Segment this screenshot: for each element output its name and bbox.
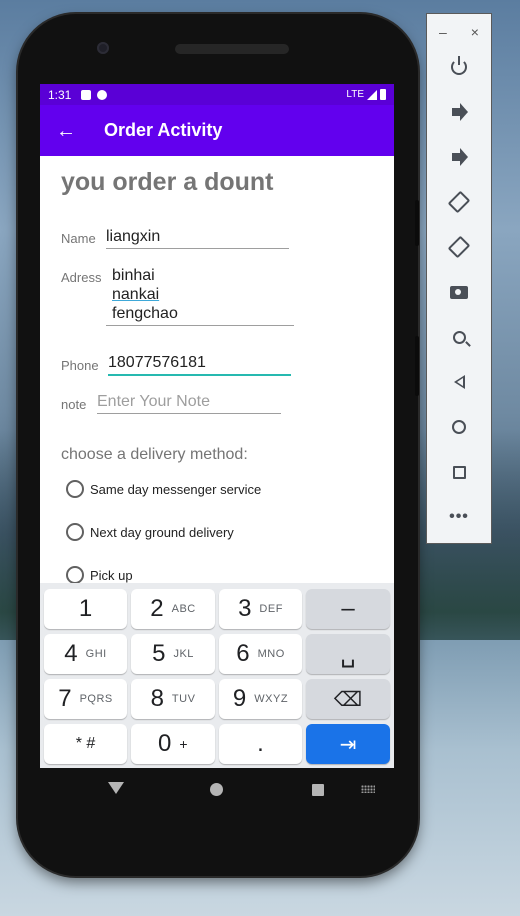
key-minus[interactable]: –	[306, 589, 390, 629]
name-label: Name	[61, 231, 96, 246]
home-circle-icon	[452, 420, 466, 434]
rotate-right-button[interactable]	[447, 235, 471, 259]
backspace-key[interactable]: ⌫	[306, 679, 390, 719]
radio-label: Same day messenger service	[90, 481, 262, 497]
overview-button[interactable]	[447, 460, 471, 484]
volume-side-button	[415, 200, 419, 246]
more-dots-icon: •••	[449, 508, 469, 525]
rotate-right-icon	[447, 235, 471, 259]
radio-pick-up[interactable]: Pick up	[66, 566, 133, 584]
nav-home-icon[interactable]	[210, 783, 223, 796]
signal-icon	[367, 89, 377, 100]
app-bar-title: Order Activity	[104, 120, 223, 140]
battery-icon	[380, 89, 386, 100]
key-0[interactable]: 0 +	[131, 724, 215, 764]
power-icon	[451, 56, 467, 75]
nav-recents-icon[interactable]	[312, 784, 324, 796]
status-bar: 1:31 LTE	[40, 84, 394, 105]
numeric-keyboard: 1 2 ABC 3 DEF – 4 GHI 5 JKL 6 MNO ␣ 7 PQRS 8 TU…	[40, 583, 394, 768]
tab-next-icon: ⇥	[339, 733, 357, 756]
volume-up-button[interactable]	[447, 100, 471, 124]
back-arrow-icon[interactable]: ←	[56, 121, 104, 141]
volume-up-icon	[452, 103, 468, 121]
power-button[interactable]	[447, 55, 471, 79]
space-icon: ␣	[340, 640, 356, 668]
device-screen: 1:31 LTE ← Order Activity you order a do…	[40, 84, 394, 768]
address-line: fengchao	[112, 305, 178, 322]
screenshot-button[interactable]	[447, 280, 471, 304]
key-period[interactable]: .	[219, 724, 302, 764]
rotate-left-button[interactable]	[447, 190, 471, 214]
camera-icon	[450, 285, 468, 299]
key-6[interactable]: 6 MNO	[219, 634, 302, 674]
front-camera	[97, 42, 109, 54]
key-7[interactable]: 7 PQRS	[44, 679, 127, 719]
key-star-hash[interactable]: * #	[44, 724, 127, 764]
notification-a-icon	[81, 89, 92, 100]
address-label: Adress	[61, 270, 102, 285]
key-1[interactable]: 1	[44, 589, 127, 629]
next-key[interactable]: ⇥	[306, 724, 390, 764]
key-3[interactable]: 3 DEF	[219, 589, 302, 629]
delivery-method-title: choose a delivery method:	[61, 446, 248, 463]
home-button[interactable]	[447, 415, 471, 439]
name-input[interactable]: liangxin	[106, 228, 289, 249]
key-5[interactable]: 5 JKL	[131, 634, 215, 674]
key-8[interactable]: 8 TUV	[131, 679, 215, 719]
network-label: LTE	[346, 89, 364, 100]
backspace-icon: ⌫	[333, 688, 363, 711]
volume-down-button[interactable]	[447, 145, 471, 169]
rotate-left-icon	[447, 190, 471, 214]
note-label: note	[61, 397, 87, 412]
more-button[interactable]: •••	[447, 505, 471, 529]
keyboard-switch-icon[interactable]	[361, 785, 375, 793]
emulator-toolbar: – × •••	[426, 13, 492, 544]
radio-label: Next day ground delivery	[90, 524, 234, 540]
radio-same-day[interactable]: Same day messenger service	[66, 480, 261, 498]
status-time: 1:31	[48, 87, 72, 102]
key-2[interactable]: 2 ABC	[131, 589, 215, 629]
system-nav-bar	[40, 768, 394, 812]
key-9[interactable]: 9 WXYZ	[219, 679, 302, 719]
back-button[interactable]	[447, 370, 471, 394]
app-bar: ← Order Activity	[40, 105, 394, 156]
zoom-button[interactable]	[447, 325, 471, 349]
radio-circle-icon	[66, 523, 84, 541]
radio-label: Pick up	[90, 567, 133, 583]
zoom-icon	[452, 330, 466, 344]
notification-p-icon	[97, 89, 108, 100]
power-side-button	[415, 336, 419, 396]
minimize-icon[interactable]: –	[439, 24, 447, 40]
note-input[interactable]: Enter Your Note	[97, 393, 281, 414]
close-icon[interactable]: ×	[471, 24, 479, 40]
volume-down-icon	[452, 148, 468, 166]
phone-input[interactable]: 18077576181	[108, 354, 291, 376]
page-heading: you order a dount	[61, 168, 274, 196]
overview-square-icon	[452, 465, 466, 479]
phone-label: Phone	[61, 358, 99, 373]
space-key[interactable]: ␣	[306, 634, 390, 674]
radio-circle-icon	[66, 480, 84, 498]
address-input[interactable]: binhai nankai fengchao	[106, 266, 294, 326]
address-line: nankai	[112, 286, 160, 303]
earpiece-speaker	[175, 44, 289, 54]
key-4[interactable]: 4 GHI	[44, 634, 127, 674]
address-line: binhai	[112, 267, 155, 284]
nav-back-icon[interactable]	[108, 782, 124, 794]
radio-circle-icon	[66, 566, 84, 584]
radio-next-day[interactable]: Next day ground delivery	[66, 523, 234, 541]
back-triangle-icon	[453, 375, 465, 389]
